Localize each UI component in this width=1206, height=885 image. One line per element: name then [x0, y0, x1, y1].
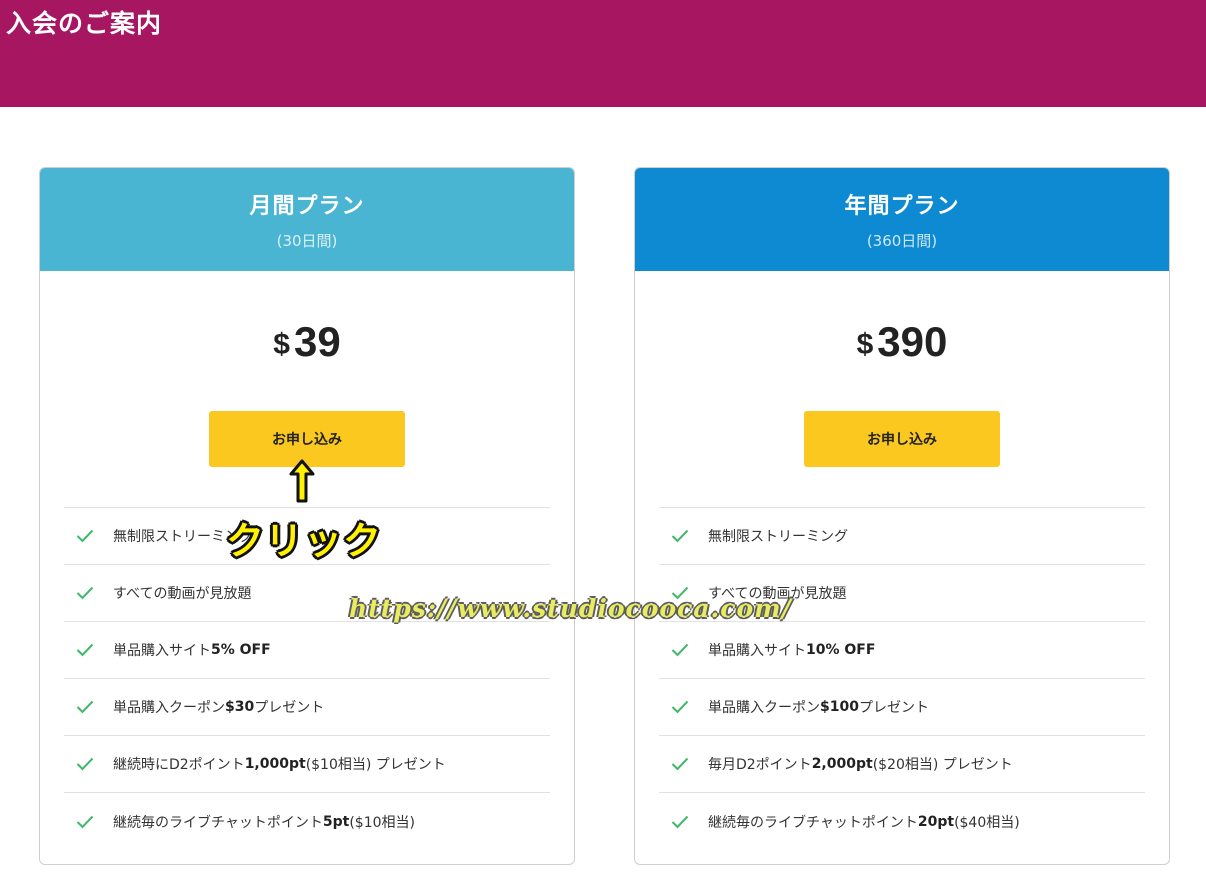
feature-tail: ($20相当) プレゼント: [872, 757, 1013, 773]
price-amount: 39: [293, 318, 341, 365]
feature-item: 単品購入サイト 5% OFF: [64, 622, 550, 679]
check-icon: [671, 529, 693, 543]
price-currency: $: [856, 328, 874, 361]
feature-tail: ($10相当) プレゼント: [305, 757, 446, 773]
plan-price: $390: [635, 318, 1169, 368]
feature-tail: プレゼント: [254, 700, 325, 716]
check-icon: [671, 757, 693, 771]
feature-text: 単品購入クーポン: [113, 700, 225, 716]
up-arrow-icon: [287, 458, 317, 504]
feature-item: 単品購入クーポン $30 プレゼント: [64, 679, 550, 736]
feature-item: 毎月D2ポイント 2,000pt ($20相当) プレゼント: [659, 736, 1145, 793]
feature-highlight: 10% OFF: [806, 642, 876, 658]
check-icon: [671, 643, 693, 657]
check-icon: [76, 700, 98, 714]
feature-highlight: $30: [225, 699, 255, 715]
page-title: 入会のご案内: [6, 9, 163, 38]
plan-name: 月間プラン: [249, 194, 365, 219]
feature-list: 無制限ストリーミング すべての動画が見放題 単品購入サイト 10% OFF 単品…: [659, 507, 1145, 850]
apply-button-yearly[interactable]: お申し込み: [804, 411, 1000, 467]
feature-tail: ($40相当): [954, 814, 1020, 831]
plan-period: (360日間): [866, 232, 938, 250]
feature-text: 毎月D2ポイント: [708, 757, 812, 773]
feature-text: すべての動画が見放題: [113, 586, 252, 602]
feature-text: 無制限ストリーミング: [708, 529, 848, 545]
feature-item: 継続時にD2ポイント 1,000pt ($10相当) プレゼント: [64, 736, 550, 793]
plan-card-yearly: 年間プラン (360日間) $390 お申し込み 無制限ストリーミング すべての…: [634, 167, 1170, 865]
feature-highlight: $100: [820, 699, 859, 715]
plan-price: $39: [40, 318, 574, 368]
plan-name: 年間プラン: [844, 194, 960, 219]
feature-text: 単品購入サイト: [708, 643, 806, 659]
feature-item: 単品購入サイト 10% OFF: [659, 622, 1145, 679]
feature-text: 継続時にD2ポイント: [113, 757, 245, 773]
check-icon: [76, 757, 98, 771]
price-amount: 390: [877, 318, 948, 365]
feature-highlight: 1,000pt: [244, 756, 306, 772]
feature-text: 継続毎のライブチャットポイント: [113, 814, 323, 831]
plan-header: 月間プラン (30日間): [40, 168, 574, 271]
feature-highlight: 20pt: [917, 813, 955, 830]
feature-item: 無制限ストリーミング: [659, 508, 1145, 565]
plan-header: 年間プラン (360日間): [635, 168, 1169, 271]
check-icon: [671, 700, 693, 714]
feature-highlight: 5% OFF: [211, 642, 271, 658]
feature-highlight: 2,000pt: [811, 756, 873, 772]
feature-text: 継続毎のライブチャットポイント: [708, 814, 918, 831]
click-annotation: クリック: [226, 519, 383, 563]
watermark-url: https://www.studiocooca.com/: [349, 594, 792, 623]
feature-highlight: 5pt: [322, 813, 350, 830]
feature-tail: プレゼント: [858, 700, 929, 716]
check-icon: [76, 586, 98, 600]
check-icon: [671, 815, 693, 829]
feature-item: 単品購入クーポン $100 プレゼント: [659, 679, 1145, 736]
plan-period: (30日間): [276, 232, 338, 250]
feature-item: 継続毎のライブチャットポイント 5pt ($10相当): [64, 793, 550, 850]
price-currency: $: [273, 328, 290, 361]
header-banner: 入会のご案内: [0, 0, 1206, 107]
feature-tail: ($10相当): [349, 814, 415, 831]
check-icon: [76, 815, 98, 829]
feature-item: 継続毎のライブチャットポイント 20pt ($40相当): [659, 793, 1145, 850]
check-icon: [76, 529, 98, 543]
check-icon: [76, 643, 98, 657]
feature-text: 単品購入クーポン: [708, 700, 820, 716]
feature-text: 単品購入サイト: [113, 643, 211, 659]
